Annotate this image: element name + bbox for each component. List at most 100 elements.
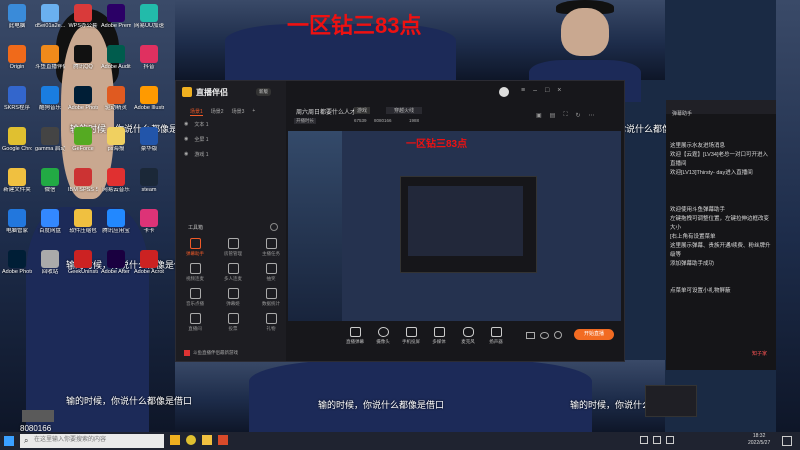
desktop-icon[interactable]: 卡卡 xyxy=(134,209,164,234)
more-icon[interactable]: ⋯ xyxy=(589,112,595,119)
desktop-icon[interactable]: Adobe Illustrator xyxy=(134,86,164,111)
tool-item[interactable]: 主播任务 xyxy=(257,238,285,257)
desktop-icon[interactable]: 网易云音乐 xyxy=(101,168,131,193)
refresh-icon[interactable]: ↻ xyxy=(576,112,581,119)
volume-icon[interactable] xyxy=(653,436,661,444)
desktop-icon[interactable]: Adobe Photoshop xyxy=(2,250,32,275)
app-icon-office[interactable] xyxy=(218,435,228,445)
desktop-icon[interactable]: Adobe Acrobat xyxy=(134,250,164,275)
eye-icon[interactable]: ◉ xyxy=(184,136,188,143)
settings-icon[interactable] xyxy=(554,331,562,339)
source-item[interactable]: ◉ 文本 1 xyxy=(184,121,279,128)
tag-label[interactable]: 游戏 xyxy=(354,107,371,114)
tool-item[interactable]: 弹幕姬 xyxy=(219,288,247,307)
microphone-button[interactable]: 麦克风 xyxy=(453,327,483,345)
desktop-icon[interactable]: Adobe Premie... xyxy=(101,4,131,29)
avatar[interactable] xyxy=(499,87,509,97)
clock[interactable]: 18:32 2022/5/27 xyxy=(748,433,770,447)
desktop-icon[interactable]: 抖音 xyxy=(134,45,164,70)
desktop-icon[interactable]: 酷狗音乐 xyxy=(35,86,65,111)
layout-icon[interactable]: ▤ xyxy=(550,112,556,119)
desktop-icon[interactable]: 新建文件夹 xyxy=(2,168,32,193)
minimize-icon[interactable]: – xyxy=(533,87,537,94)
desktop-icon[interactable]: GeekUninstaller xyxy=(68,250,98,275)
desktop-icon[interactable]: 软件压缩包 xyxy=(68,209,98,234)
desktop-icon[interactable]: 网易UU加速器 xyxy=(134,4,164,29)
tool-item[interactable]: 抽奖 xyxy=(257,263,285,282)
eye-icon[interactable]: ◉ xyxy=(184,151,188,158)
promo-banner[interactable]: 斗鱼直播伴侣最新游戏 xyxy=(184,349,284,357)
tool-item[interactable]: 数据统计 xyxy=(257,288,285,307)
tool-item[interactable]: 礼物 xyxy=(257,313,285,332)
maximize-icon[interactable]: □ xyxy=(545,87,549,94)
desktop-icon[interactable]: gamma 启动器 xyxy=(35,127,65,152)
search-box[interactable]: ⌕ xyxy=(20,434,164,448)
app-icon-douyu[interactable] xyxy=(170,435,180,445)
tab-scene-1[interactable]: 场景1 xyxy=(190,108,203,116)
preview-canvas[interactable]: 一区钻三83点 xyxy=(288,131,621,321)
version-badge[interactable]: 新版 xyxy=(256,88,271,96)
preview-icon[interactable] xyxy=(540,332,549,339)
desktop-icon[interactable]: 腾讯应用宝 xyxy=(101,209,131,234)
fullscreen-icon[interactable]: ⛶ xyxy=(563,112,567,119)
speaker-button[interactable]: 扬声器 xyxy=(481,327,511,345)
desktop-icon[interactable]: Adobe After Effects xyxy=(101,250,131,275)
start-button[interactable] xyxy=(4,436,14,446)
desktop-icon[interactable]: Adobe Audition xyxy=(101,45,131,70)
desktop-icon[interactable]: 百度网盘 xyxy=(35,209,65,234)
danmaku-button[interactable]: 直播弹幕 xyxy=(340,327,370,345)
desktop-icon[interactable]: IBM SPSS Statistics 26 xyxy=(68,168,98,193)
eye-icon[interactable]: ◉ xyxy=(184,121,188,128)
menu-icon[interactable]: ≡ xyxy=(521,87,525,94)
camera-button[interactable]: 摄像头 xyxy=(368,327,398,345)
desktop-icon-label: 酷狗音乐 xyxy=(38,105,61,111)
input-method-icon[interactable] xyxy=(666,436,674,444)
desktop-icon[interactable]: 驱动精灵 xyxy=(101,86,131,111)
desktop-icon[interactable]: Adobe Photoshop xyxy=(68,86,98,111)
desktop-icon[interactable]: 回收站 xyxy=(35,250,65,275)
tool-item[interactable]: 直播间 xyxy=(181,313,209,332)
desktop-icon[interactable]: steam xyxy=(134,168,164,193)
tool-item[interactable]: 房管管理 xyxy=(219,238,247,257)
tab-scene-2[interactable]: 场景2 xyxy=(211,108,224,116)
desktop-icon[interactable]: GeForce xyxy=(68,127,98,152)
lock-icon[interactable]: ▣ xyxy=(536,112,542,119)
media-button[interactable]: 多媒体 xyxy=(424,327,454,345)
desktop-icon[interactable]: SKRS程序 xyxy=(2,86,32,111)
desktop-icon[interactable]: 斗鱼直播伴侣 xyxy=(35,45,65,70)
tool-icon xyxy=(227,313,239,324)
tool-item[interactable]: 音乐点播 xyxy=(181,288,209,307)
add-scene-icon[interactable]: + xyxy=(252,108,255,116)
desktop-icon[interactable]: 电脑管家 xyxy=(2,209,32,234)
tools-settings-icon[interactable] xyxy=(270,223,278,231)
desktop-icon[interactable]: 豪华版 xyxy=(134,127,164,152)
tool-item[interactable]: 多人连麦 xyxy=(219,263,247,282)
category-select[interactable]: 穿越火线 xyxy=(386,107,423,114)
desktop-icon[interactable]: d5ei01a2e... xyxy=(35,4,65,29)
tool-item[interactable]: 投票 xyxy=(219,313,247,332)
desktop-icon[interactable]: WPS办公套 xyxy=(68,4,98,29)
desktop-icon[interactable]: Google Chrome xyxy=(2,127,32,152)
desktop-icon[interactable]: 此电脑 xyxy=(2,4,32,29)
desktop-icon[interactable]: ps海报 xyxy=(101,127,131,152)
live-title[interactable]: 周六周日都要什么人才 xyxy=(296,107,356,116)
app-icon-chrome[interactable] xyxy=(186,435,196,445)
desktop-icon[interactable]: 微信 xyxy=(35,168,65,193)
close-icon[interactable]: × xyxy=(557,87,561,94)
app-icon-folder[interactable] xyxy=(202,435,212,445)
source-item[interactable]: ◉ 全屏 1 xyxy=(184,136,279,143)
tool-item[interactable]: 视频连麦 xyxy=(181,263,209,282)
notification-icon[interactable] xyxy=(782,436,792,446)
source-item[interactable]: ◉ 游戏 1 xyxy=(184,151,279,158)
desktop-icon[interactable]: 腾讯QQ xyxy=(68,45,98,70)
app-icon xyxy=(107,86,125,104)
phone-cast-button[interactable]: 手机投屏 xyxy=(396,327,426,345)
taskbar-search-input[interactable] xyxy=(34,435,159,445)
network-icon[interactable] xyxy=(640,436,648,444)
start-live-button[interactable]: 开始直播 xyxy=(574,329,614,340)
desktop-icon[interactable]: Origin xyxy=(2,45,32,70)
tab-scene-3[interactable]: 场景3 xyxy=(232,108,245,116)
preview-toolbar: ▣ ▤ ⛶ ↻ ⋯ xyxy=(536,112,595,119)
record-icon[interactable] xyxy=(526,332,535,339)
tool-item[interactable]: 弹幕助手 xyxy=(181,238,209,257)
